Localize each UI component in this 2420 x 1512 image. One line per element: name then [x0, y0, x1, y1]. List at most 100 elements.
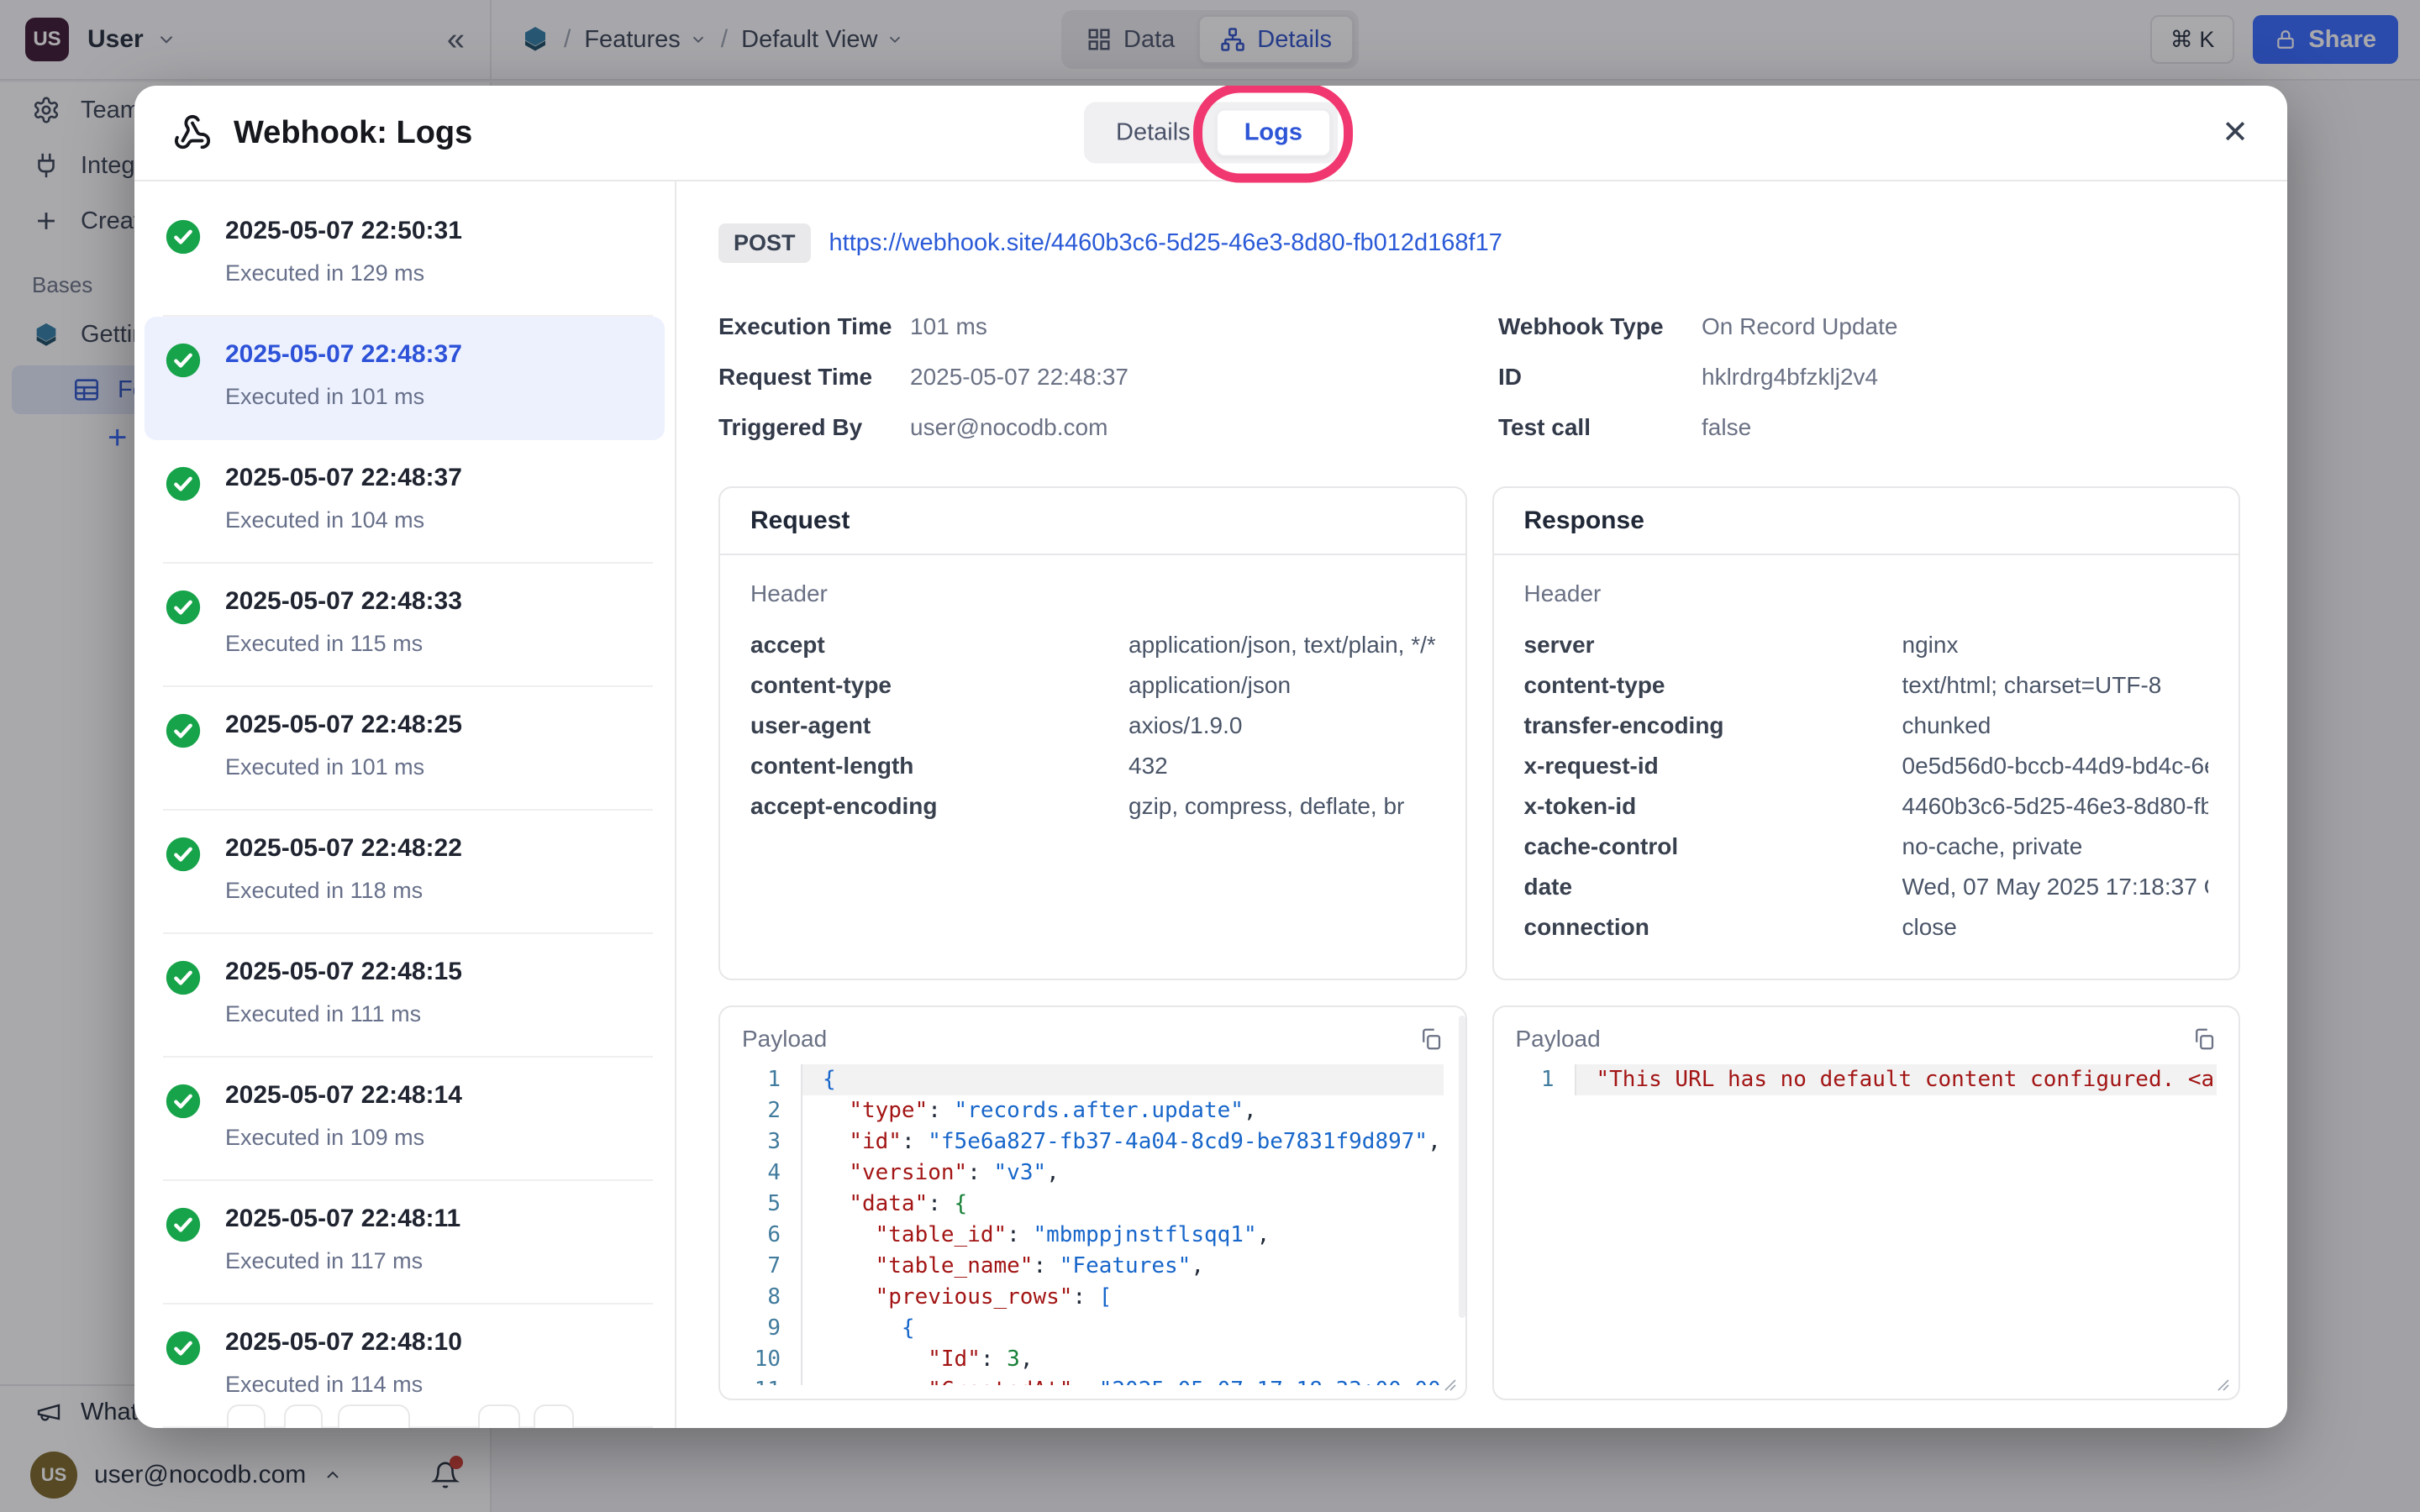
request-payload-code[interactable]: 1{2 "type": "records.after.update",3 "id… [742, 1064, 1444, 1385]
line-number: 3 [742, 1126, 801, 1158]
log-time: 2025-05-07 22:48:22 [225, 834, 653, 863]
log-duration: Executed in 101 ms [225, 754, 653, 780]
header-key: user-agent [750, 713, 1128, 738]
success-check-icon [165, 218, 202, 255]
request-header-label: Header [750, 580, 1435, 607]
modal-tab-group: Details Logs [1084, 102, 1338, 164]
line-number: 11 [742, 1375, 801, 1385]
header-key: date [1524, 874, 1902, 900]
header-key: server [1524, 633, 1902, 658]
log-item[interactable]: 2025-05-07 22:50:31Executed in 129 ms [134, 193, 675, 317]
header-value: text/html; charset=UTF-8 [1902, 673, 2162, 698]
webhook-logs-modal: Webhook: Logs Details Logs ✕ 2025-05-07 … [134, 86, 2287, 1428]
request-headers-table: acceptapplication/json, text/plain, */*c… [750, 633, 1435, 819]
log-item[interactable]: 2025-05-07 22:48:37 Executed in 104 ms [134, 440, 675, 564]
code-line: 10 "Id": 3, [742, 1344, 1444, 1375]
payload-panels: Payload 1{2 "type": "records.after.updat… [718, 1005, 2240, 1400]
log-item[interactable]: 2025-05-07 22:48:14Executed in 109 ms [134, 1058, 675, 1181]
log-item[interactable]: 2025-05-07 22:48:25 Executed in 101 ms [134, 687, 675, 811]
request-payload-label: Payload [742, 1026, 827, 1053]
resize-handle-icon[interactable] [1442, 1377, 1457, 1392]
copy-icon[interactable] [1418, 1026, 1444, 1052]
log-item[interactable]: 2025-05-07 22:48:33Executed in 115 ms [134, 564, 675, 687]
log-item[interactable]: 2025-05-07 22:48:15Executed in 111 ms [134, 934, 675, 1058]
header-key: content-type [1524, 673, 1902, 698]
header-key: accept-encoding [750, 794, 1128, 819]
header-row: user-agentaxios/1.9.0 [750, 713, 1435, 738]
log-duration: Executed in 114 ms [225, 1372, 653, 1398]
scrollbar[interactable] [1459, 1016, 1465, 1318]
meta-value: 101 ms [910, 313, 1498, 340]
line-number: 10 [742, 1344, 801, 1375]
code-line: 7 "table_name": "Features", [742, 1251, 1444, 1282]
tab-logs[interactable]: Logs [1216, 109, 1331, 157]
request-meta-grid: Execution Time101 msWebhook TypeOn Recor… [718, 313, 2240, 441]
pagination-button[interactable] [478, 1404, 520, 1428]
webhook-url-link[interactable]: https://webhook.site/4460b3c6-5d25-46e3-… [829, 229, 1502, 257]
line-number: 6 [742, 1220, 801, 1251]
log-item[interactable]: 2025-05-07 22:48:37Executed in 101 ms [145, 317, 665, 440]
log-duration: Executed in 111 ms [225, 1001, 653, 1027]
response-panel: Response Header servernginxcontent-typet… [1492, 486, 2241, 980]
tab-details[interactable]: Details [1091, 109, 1216, 157]
line-number: 4 [742, 1158, 801, 1189]
log-item[interactable]: 2025-05-07 22:48:11Executed in 117 ms [134, 1181, 675, 1305]
line-number: 1 [742, 1064, 801, 1095]
response-payload-box: Payload 1"This URL has no default conten… [1492, 1005, 2241, 1400]
log-duration: Executed in 115 ms [225, 631, 653, 657]
log-time: 2025-05-07 22:48:11 [225, 1205, 653, 1233]
header-panels: Request Header acceptapplication/json, t… [718, 486, 2240, 980]
modal-body: 2025-05-07 22:50:31Executed in 129 ms202… [134, 181, 2287, 1428]
response-payload-code[interactable]: 1"This URL has no default content config… [1516, 1064, 2217, 1385]
modal-title: Webhook: Logs [234, 115, 472, 151]
header-row: x-token-id4460b3c6-5d25-46e3-8d80-fb012d… [1524, 794, 2209, 819]
pagination-button[interactable] [284, 1404, 323, 1428]
log-duration: Executed in 129 ms [225, 260, 653, 286]
log-time: 2025-05-07 22:48:25 [225, 711, 653, 739]
code-line: 9 { [742, 1313, 1444, 1344]
header-row: transfer-encodingchunked [1524, 713, 2209, 738]
header-value: 4460b3c6-5d25-46e3-8d80-fb012d168f17 [1902, 794, 2209, 819]
header-value: 0e5d56d0-bccb-44d9-bd4c-6e12f1a1c2e5 [1902, 753, 2209, 779]
response-payload-label: Payload [1516, 1026, 1601, 1053]
line-number: 8 [742, 1282, 801, 1313]
meta-label: ID [1498, 364, 1702, 391]
line-number: 5 [742, 1189, 801, 1220]
header-row: connectionclose [1524, 915, 2209, 940]
meta-label: Webhook Type [1498, 313, 1702, 340]
log-duration: Executed in 104 ms [225, 507, 653, 533]
close-icon[interactable]: ✕ [2222, 117, 2249, 149]
header-key: transfer-encoding [1524, 713, 1902, 738]
log-time: 2025-05-07 22:48:37 [225, 464, 653, 492]
pagination-button[interactable] [227, 1404, 266, 1428]
log-list: 2025-05-07 22:50:31Executed in 129 ms202… [134, 181, 676, 1428]
header-key: x-token-id [1524, 794, 1902, 819]
code-line: 1{ [742, 1064, 1444, 1095]
log-time: 2025-05-07 22:48:37 [225, 340, 643, 369]
header-value: close [1902, 915, 1957, 940]
resize-handle-icon[interactable] [2215, 1377, 2230, 1392]
modal-header: Webhook: Logs Details Logs ✕ [134, 86, 2287, 181]
response-panel-title: Response [1494, 488, 2239, 555]
meta-value: hklrdrg4bfzklj2v4 [1702, 364, 2240, 391]
copy-icon[interactable] [2191, 1026, 2217, 1052]
pagination-button[interactable] [534, 1404, 574, 1428]
header-key: content-length [750, 753, 1128, 779]
success-check-icon [165, 712, 202, 749]
header-value: axios/1.9.0 [1128, 713, 1242, 738]
header-value: gzip, compress, deflate, br [1128, 794, 1404, 819]
code-line: 3 "id": "f5e6a827-fb37-4a04-8cd9-be7831f… [742, 1126, 1444, 1158]
success-check-icon [165, 465, 202, 502]
code-line: 1"This URL has no default content config… [1516, 1064, 2217, 1095]
header-row: content-length432 [750, 753, 1435, 779]
line-number: 9 [742, 1313, 801, 1344]
success-check-icon [165, 589, 202, 626]
code-line: 8 "previous_rows": [ [742, 1282, 1444, 1313]
line-number: 2 [742, 1095, 801, 1126]
code-line: 4 "version": "v3", [742, 1158, 1444, 1189]
meta-value: false [1702, 414, 2240, 441]
request-panel: Request Header acceptapplication/json, t… [718, 486, 1467, 980]
log-item[interactable]: 2025-05-07 22:48:22Executed in 118 ms [134, 811, 675, 934]
header-row: x-request-id0e5d56d0-bccb-44d9-bd4c-6e12… [1524, 753, 2209, 779]
pagination-button[interactable] [338, 1404, 410, 1428]
